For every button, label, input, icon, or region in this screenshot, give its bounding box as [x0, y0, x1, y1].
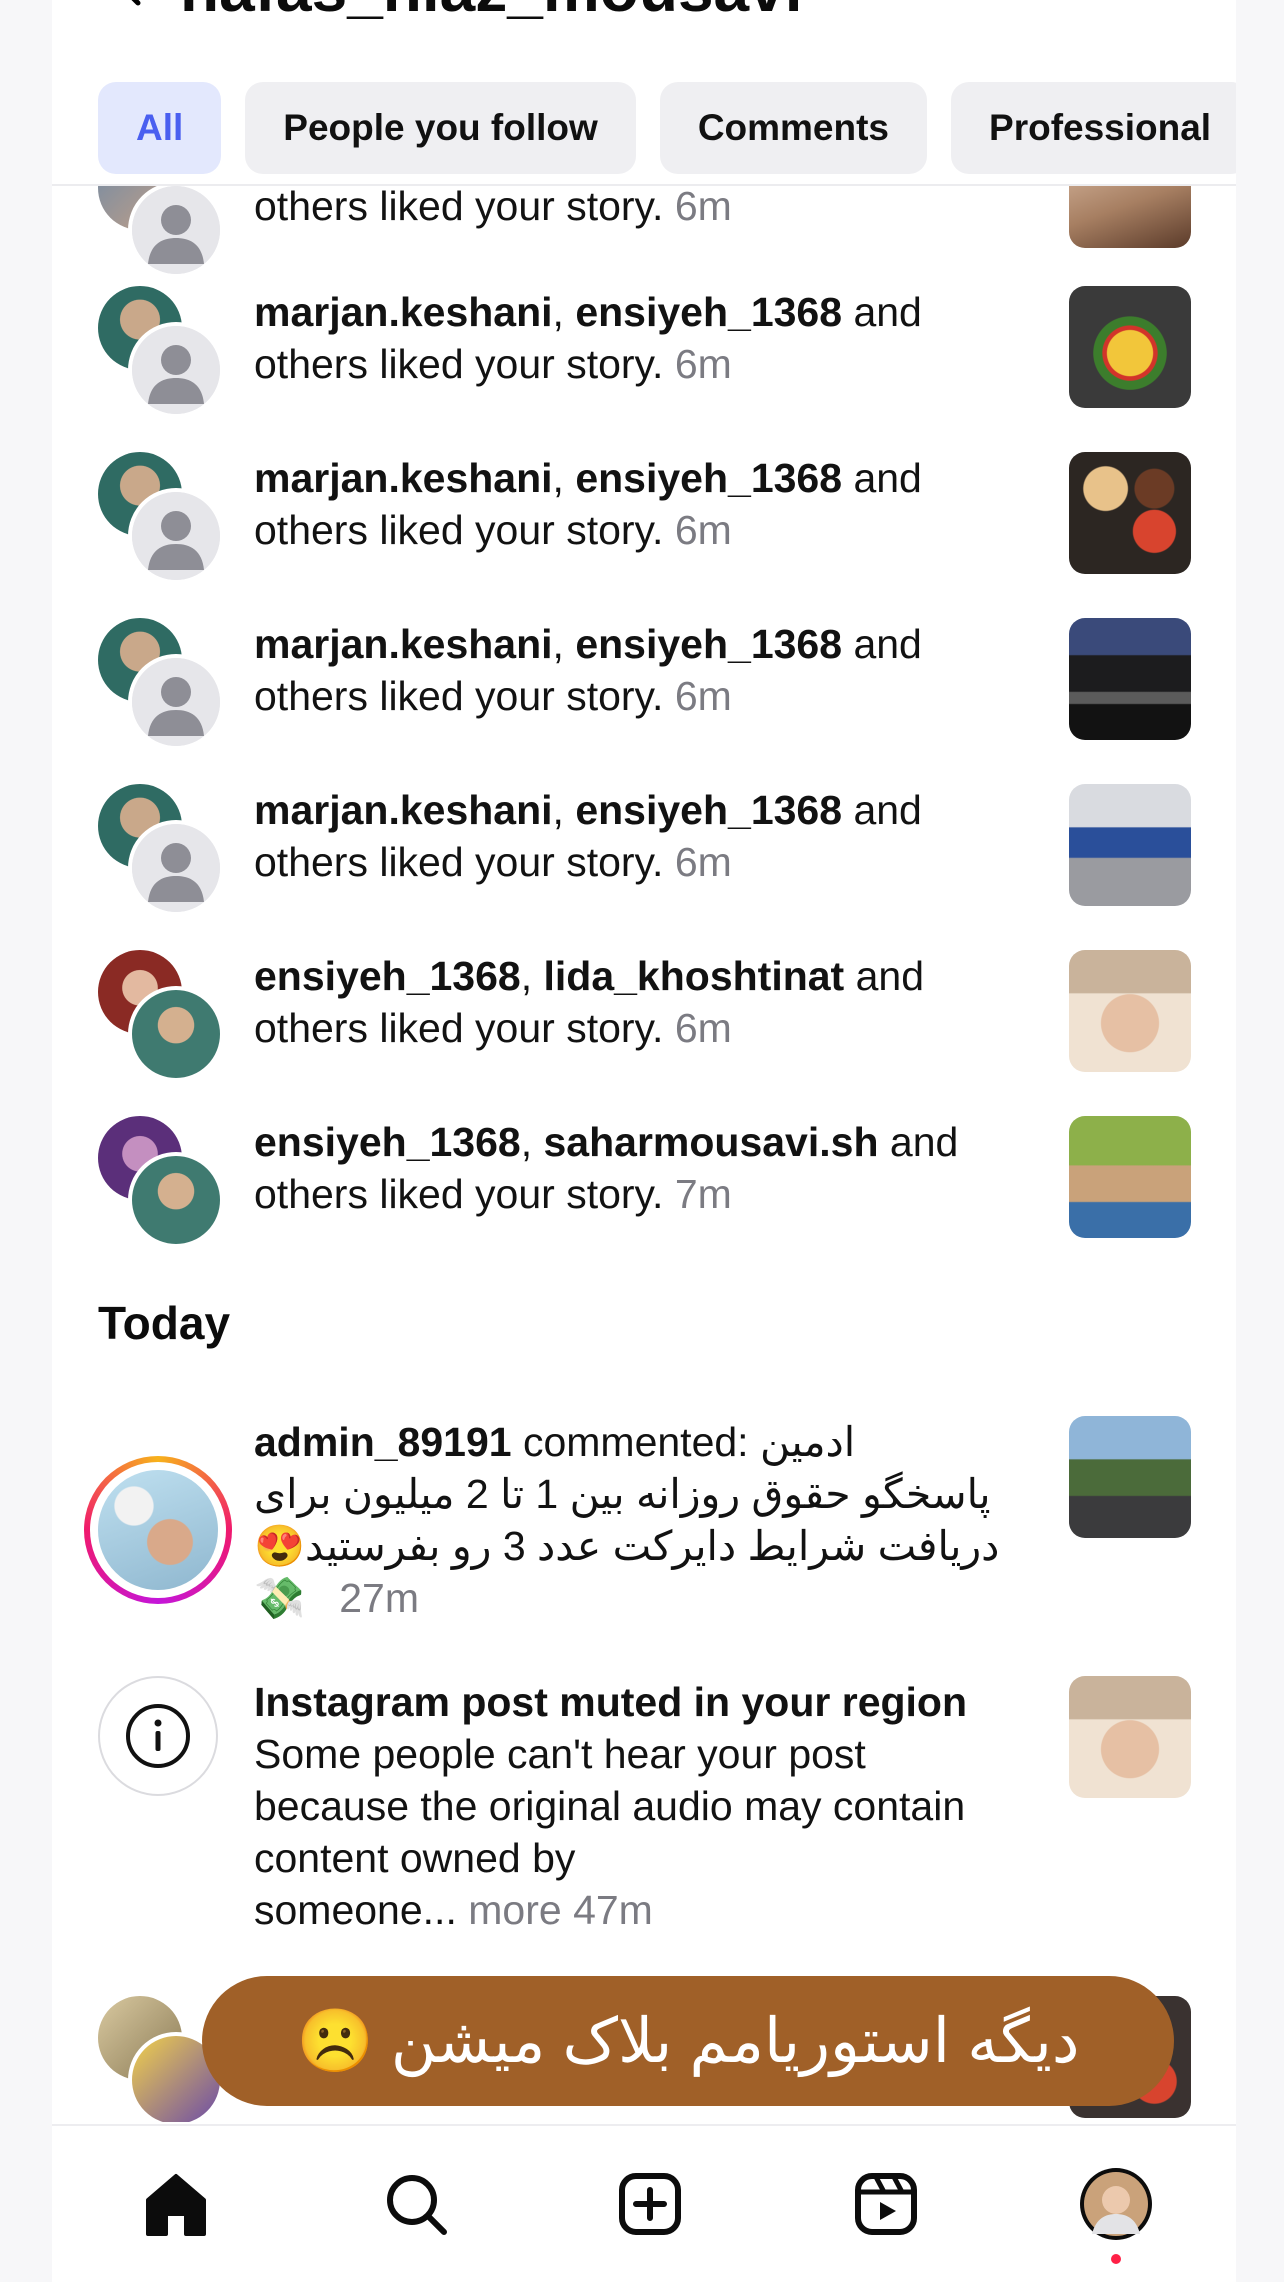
story-thumbnail[interactable] — [1069, 452, 1191, 574]
notification-text: marjan.keshani, ensiyeh_1368 and others … — [254, 787, 922, 885]
default-avatar — [128, 820, 224, 916]
home-icon[interactable] — [136, 2164, 216, 2244]
avatar — [128, 1152, 224, 1248]
stacked-avatars[interactable] — [98, 452, 224, 584]
notification-text: ensiyeh_1368, saharmousavi.sh and others… — [254, 1119, 959, 1217]
chip-all[interactable]: All — [98, 82, 222, 174]
notification-text: marjan.keshani, ensiyeh_1368 and others … — [254, 289, 922, 387]
stacked-avatars[interactable] — [98, 784, 224, 916]
post-thumbnail[interactable] — [1069, 1676, 1191, 1798]
create-icon[interactable] — [610, 2164, 690, 2244]
notification-text: ensiyeh_1368, lida_khoshtinat and others… — [254, 953, 925, 1051]
avatar — [98, 1470, 218, 1590]
default-avatar — [128, 488, 224, 584]
search-icon[interactable] — [376, 2164, 456, 2244]
notification-text: marjan.keshani, ensiyeh_1368 and others … — [254, 621, 922, 719]
story-thumbnail[interactable] — [1069, 784, 1191, 906]
notifications-screen: nafas_niaz_mousavi All People you follow… — [52, 0, 1236, 2282]
story-thumbnail[interactable] — [1069, 186, 1191, 248]
story-thumbnail[interactable] — [1069, 1116, 1191, 1238]
notifications-list: others liked your story. 6m marjan.kesha… — [52, 186, 1236, 2122]
stacked-avatars[interactable] — [98, 950, 224, 1082]
notification-dot — [1111, 2254, 1121, 2264]
story-thumbnail[interactable] — [1069, 286, 1191, 408]
notification-text: Instagram post muted in your region Some… — [254, 1679, 968, 1933]
default-avatar — [128, 186, 224, 278]
bottom-nav-bar — [52, 2124, 1236, 2282]
default-avatar — [128, 654, 224, 750]
stacked-avatars[interactable] — [98, 1116, 224, 1248]
notification-text: marjan.keshani, ensiyeh_1368 and others … — [254, 455, 922, 553]
story-thumbnail[interactable] — [1069, 950, 1191, 1072]
default-avatar — [128, 322, 224, 418]
stacked-avatars[interactable] — [98, 286, 224, 418]
back-chevron-icon[interactable] — [112, 0, 152, 21]
page-title: nafas_niaz_mousavi — [180, 0, 803, 26]
story-ring-avatar[interactable] — [84, 1456, 232, 1604]
section-title-today: Today — [98, 1297, 231, 1349]
post-thumbnail[interactable] — [1069, 1416, 1191, 1538]
notification-text: others liked your story. 6m — [254, 186, 732, 229]
filter-chip-bar: All People you follow Comments Professio… — [98, 82, 1236, 176]
info-icon — [98, 1676, 218, 1796]
story-text-sticker: دیگه استوریامم بلاک میشن ☹️ — [202, 1976, 1174, 2106]
story-thumbnail[interactable] — [1069, 618, 1191, 740]
chip-people-you-follow[interactable]: People you follow — [245, 82, 636, 174]
reels-icon[interactable] — [846, 2164, 926, 2244]
avatar — [128, 986, 224, 1082]
chip-comments[interactable]: Comments — [659, 82, 928, 174]
stacked-avatars[interactable] — [98, 618, 224, 750]
notification-text: admin_89191 commented: ادمین پاسخگو حقوق… — [254, 1419, 1000, 1621]
profile-avatar[interactable] — [1076, 2164, 1156, 2244]
more-link[interactable]: more — [468, 1887, 561, 1933]
chip-professional[interactable]: Professional — [951, 82, 1236, 174]
stacked-avatars[interactable] — [98, 186, 224, 278]
